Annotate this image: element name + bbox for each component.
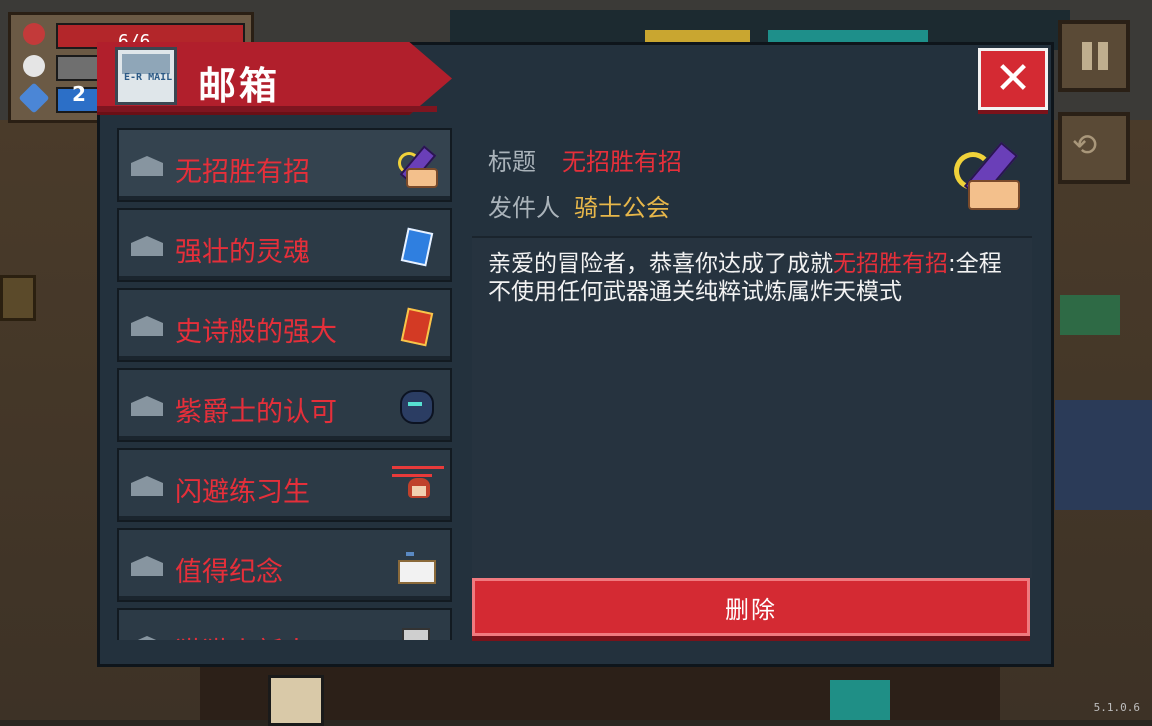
panel-title: 邮箱 — [198, 64, 281, 108]
background-green-block — [1060, 295, 1120, 335]
mail-item[interactable]: 无招胜有招 — [117, 128, 452, 202]
mail-item[interactable]: 值得纪念 — [117, 528, 452, 602]
dodge-character-icon — [392, 464, 444, 510]
red-card-icon — [392, 304, 438, 350]
mail-icon: E-R MAIL — [115, 47, 177, 105]
mail-list[interactable]: 无招胜有招 强壮的灵魂 史诗般的强大 紫爵士的认可 闪避练习生 值得纪念 — [117, 128, 454, 640]
sign-board-icon — [392, 544, 438, 590]
delete-label: 删除 — [725, 595, 777, 624]
mail-sender-row: 发件人 骑士公会 — [488, 188, 670, 223]
mail-body-text: 亲爱的冒险者，恭喜你达成了成就无招胜有招:全程不使用任何武器通关纯粹试炼属炸天模… — [488, 250, 1008, 306]
blue-card-icon — [392, 224, 438, 270]
envelope-icon — [131, 156, 163, 176]
mail-item-label: 值得纪念 — [175, 557, 283, 588]
envelope-icon — [131, 316, 163, 336]
mail-item[interactable]: 闪避练习生 — [117, 448, 452, 522]
envelope-icon — [131, 236, 163, 256]
mail-item-label: 强壮的灵魂 — [175, 237, 310, 268]
shield-icon — [23, 55, 45, 77]
background-hat-character — [830, 680, 890, 720]
energy-gem-icon — [18, 82, 50, 114]
pause-icon — [1082, 42, 1092, 70]
mail-item-label: 闪避练习生 — [175, 477, 310, 508]
mail-title-row: 标题 无招胜有招 — [488, 142, 682, 177]
mail-item[interactable]: 猫猫小新人 — [117, 608, 452, 640]
mail-title-value: 无招胜有招 — [562, 148, 682, 176]
mail-title-label: 标题 — [488, 148, 536, 176]
pause-button[interactable] — [1058, 20, 1130, 92]
sword-hand-icon — [392, 144, 438, 190]
delete-button[interactable]: 删除 — [472, 578, 1030, 636]
mail-item-label: 无招胜有招 — [175, 157, 310, 188]
heart-icon — [23, 23, 45, 45]
mail-item-label: 紫爵士的认可 — [175, 397, 337, 428]
mail-icon-flap — [122, 54, 170, 74]
sword-hand-icon — [942, 138, 1024, 216]
mail-item[interactable]: 紫爵士的认可 — [117, 368, 452, 442]
background-npc — [1055, 400, 1152, 510]
mail-sender-value: 骑士公会 — [574, 194, 670, 222]
dark-helm-icon — [392, 384, 438, 430]
swap-icon: ⟲ — [1072, 128, 1098, 163]
background-face-character — [268, 675, 324, 726]
mail-icon-text: E-R MAIL — [124, 72, 173, 83]
mail-item-label: 史诗般的强大 — [175, 317, 337, 348]
mail-body-prefix: 亲爱的冒险者，恭喜你达成了成就 — [488, 251, 833, 277]
energy-value: 2 — [72, 82, 86, 106]
version-label: 5.1.0.6 — [1093, 701, 1140, 714]
envelope-icon — [131, 396, 163, 416]
mail-item-label: 猫猫小新人 — [175, 630, 377, 640]
pause-icon-bar — [1098, 42, 1108, 70]
close-icon: ✕ — [994, 53, 1032, 104]
cat-icon — [392, 624, 438, 640]
mail-item[interactable]: 强壮的灵魂 — [117, 208, 452, 282]
close-button[interactable]: ✕ — [978, 48, 1048, 110]
envelope-icon — [131, 636, 163, 640]
mail-item[interactable]: 史诗般的强大 — [117, 288, 452, 362]
mail-sender-label: 发件人 — [488, 194, 560, 222]
swap-weapon-button[interactable]: ⟲ — [1058, 112, 1130, 184]
background-chest — [0, 275, 36, 321]
envelope-icon — [131, 476, 163, 496]
envelope-icon — [131, 556, 163, 576]
mail-body-highlight: 无招胜有招 — [833, 251, 948, 277]
